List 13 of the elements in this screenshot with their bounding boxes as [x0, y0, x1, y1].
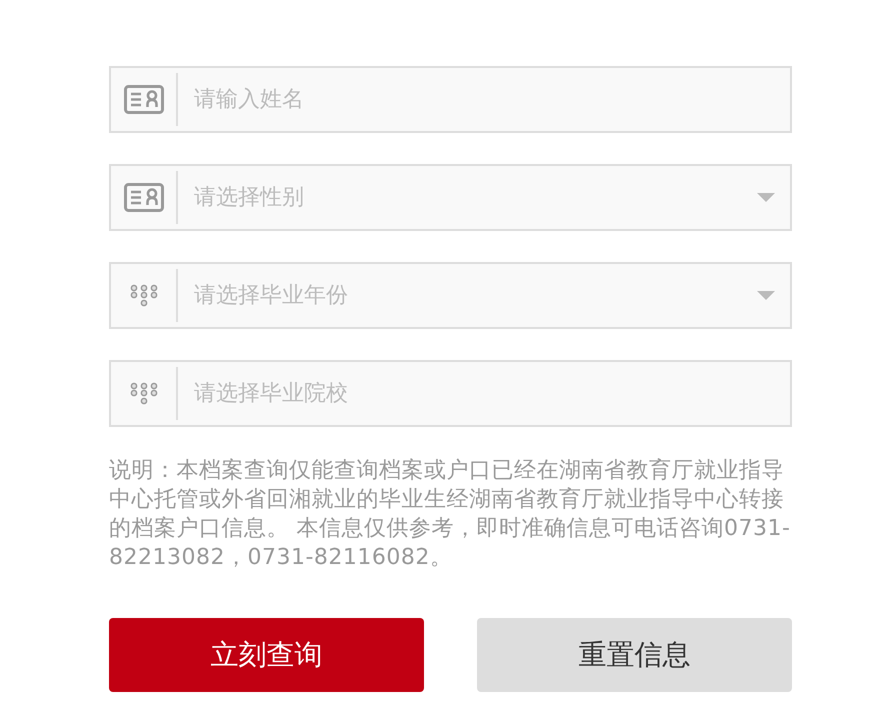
id-card-icon	[124, 85, 164, 114]
input-field[interactable]: 请选择毕业院校	[109, 360, 792, 427]
query-button[interactable]: 立刻查询	[109, 618, 424, 692]
dots-grid-icon	[130, 284, 158, 307]
input-field[interactable]: 请输入姓名	[109, 66, 792, 133]
select-field[interactable]: 请选择性别	[109, 164, 792, 231]
caret-down-icon	[757, 291, 775, 300]
dots-grid-icon	[130, 382, 158, 405]
reset-button[interactable]: 重置信息	[477, 618, 792, 692]
note-text: 说明：本档案查询仅能查询档案或户口已经在湖南省教育厅就业指导中心托管或外省回湘就业的毕业生经湖南省教育厅就业指导中心转接的档案户口信息。 本信息仅供参考，即时准确信息可电话咨询0731-82213082，0731-82116082。	[109, 457, 792, 572]
id-card-icon	[124, 183, 164, 212]
select-field[interactable]: 请选择毕业年份	[109, 262, 792, 329]
caret-down-icon	[757, 193, 775, 202]
